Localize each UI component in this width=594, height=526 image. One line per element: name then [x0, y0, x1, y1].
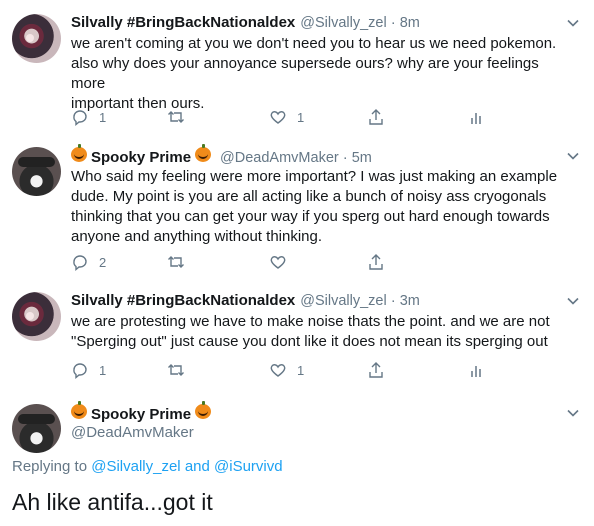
mention-conjunction: and [184, 458, 210, 475]
avatar[interactable] [12, 292, 61, 341]
reply-button[interactable]: 2 [71, 253, 106, 271]
tweet[interactable]: Spooky Prime @DeadAmvMaker · 5m Who said… [0, 144, 594, 277]
reply-button[interactable]: 1 [71, 108, 106, 126]
tweet-text-line: dude. My point is you are all acting lik… [71, 188, 547, 205]
like-count: 1 [297, 109, 305, 125]
retweet-button[interactable] [167, 108, 195, 126]
tweet-text-line: also why does your annoyance supersede o… [71, 55, 539, 92]
mention-link[interactable]: @iSurvivd [214, 458, 283, 475]
share-button[interactable] [367, 253, 385, 271]
timestamp[interactable]: 5m [352, 150, 372, 166]
user-handle[interactable]: @Silvally_zel [300, 15, 386, 31]
reply-count: 2 [99, 254, 107, 270]
separator-dot: · [390, 14, 396, 31]
like-button[interactable]: 1 [269, 361, 304, 379]
chevron-down-icon[interactable] [566, 406, 580, 420]
pumpkin-emoji [71, 401, 87, 419]
pumpkin-emoji [195, 144, 212, 162]
avatar-detail [26, 312, 34, 320]
analytics-icon [471, 113, 481, 124]
pumpkin-emoji [71, 144, 87, 162]
avatar[interactable] [12, 404, 61, 453]
tweet-actions: 1 1 [71, 361, 491, 379]
retweet-icon [168, 256, 184, 268]
reply-count: 1 [99, 362, 107, 378]
chevron-down-icon[interactable] [566, 294, 580, 308]
tweet-text: Who said my feeling were more important?… [71, 167, 568, 247]
retweet-icon [168, 111, 184, 123]
analytics-icon [471, 366, 481, 377]
timestamp[interactable]: 8m [400, 15, 420, 31]
analytics-button[interactable] [467, 108, 485, 126]
display-name[interactable]: Silvally #BringBackNationaldex [71, 292, 295, 309]
replying-to-label: Replying to [12, 458, 88, 475]
like-count: 1 [297, 362, 305, 378]
tweet-text-line: thinking that you can get your way if yo… [71, 208, 550, 225]
analytics-button[interactable] [467, 361, 485, 379]
replying-to: Replying to @Silvally_zel and @iSurvivd [12, 458, 283, 475]
display-name[interactable]: Silvally #BringBackNationaldex [71, 14, 295, 31]
display-name[interactable]: Spooky Prime [91, 406, 191, 423]
heart-icon [270, 364, 286, 377]
tweet-text-line: we are protesting we have to make noise … [71, 313, 550, 330]
reply-icon [73, 363, 87, 379]
tweet[interactable]: Silvally #BringBackNationaldex @Silvally… [0, 292, 594, 382]
retweet-button[interactable] [167, 253, 195, 271]
tweet-text: we are protesting we have to make noise … [71, 312, 568, 352]
tweet-text-line: "Sperging out" just cause you dont like … [71, 333, 548, 350]
pumpkin-emoji [195, 401, 212, 419]
tweet-text-line: we aren't coming at you we don't need yo… [71, 35, 557, 52]
heart-icon [270, 256, 286, 269]
avatar-detail [26, 34, 34, 42]
chevron-down-icon[interactable] [566, 16, 580, 30]
share-button[interactable] [367, 108, 385, 126]
user-handle[interactable]: @DeadAmvMaker [71, 424, 568, 441]
separator-dot: · [390, 292, 396, 309]
share-icon [369, 109, 383, 125]
user-handle[interactable]: @Silvally_zel [300, 293, 386, 309]
reply-button[interactable]: 1 [71, 361, 106, 379]
tweet[interactable]: Silvally #BringBackNationaldex @Silvally… [0, 14, 594, 126]
tweet-text-line: anyone and anything without thinking. [71, 228, 323, 245]
like-button[interactable]: 1 [269, 108, 304, 126]
chevron-down-icon[interactable] [566, 149, 580, 163]
avatar-detail [18, 157, 55, 167]
focused-tweet-text: Ah like antifa...got it [12, 489, 213, 515]
share-button[interactable] [367, 361, 385, 379]
tweet-actions: 1 1 [71, 108, 491, 126]
retweet-icon [168, 364, 184, 376]
retweet-button[interactable] [167, 361, 195, 379]
user-handle[interactable]: @DeadAmvMaker [220, 150, 339, 166]
separator-dot: · [342, 149, 348, 166]
avatar[interactable] [12, 14, 61, 63]
timestamp[interactable]: 3m [400, 293, 420, 309]
like-button[interactable] [269, 253, 297, 271]
share-icon [369, 362, 383, 378]
avatar[interactable] [12, 147, 61, 196]
reply-icon [73, 255, 87, 271]
tweet-actions: 2 [71, 253, 491, 271]
display-name[interactable]: Spooky Prime [91, 149, 191, 166]
reply-count: 1 [99, 109, 107, 125]
reply-icon [73, 110, 87, 126]
tweet-text: we aren't coming at you we don't need yo… [71, 34, 568, 114]
avatar-detail [18, 414, 55, 424]
tweet-text-line: Who said my feeling were more important?… [71, 168, 558, 185]
heart-icon [270, 111, 286, 124]
share-icon [369, 254, 383, 270]
mention-link[interactable]: @Silvally_zel [91, 458, 180, 475]
